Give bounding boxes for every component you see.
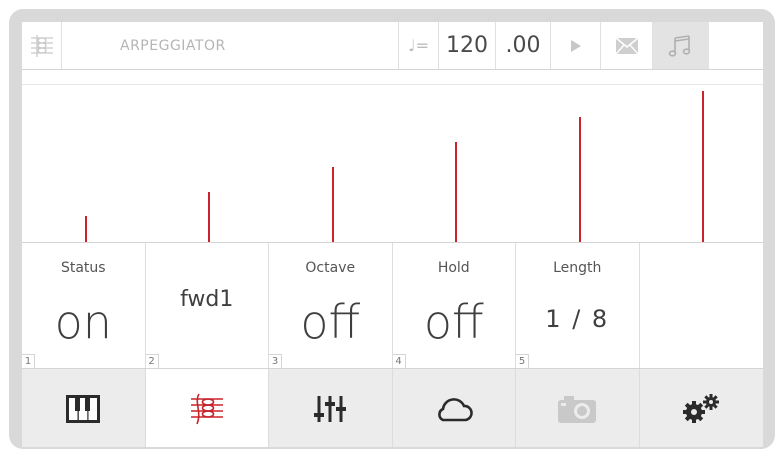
tab-camera[interactable]: [516, 369, 640, 447]
tab-keyboard[interactable]: [22, 369, 146, 447]
param-value: off: [300, 295, 361, 349]
tab-cloud[interactable]: [393, 369, 516, 447]
step-bar[interactable]: [455, 142, 458, 243]
param-number: 1: [22, 354, 35, 369]
tab-mixer[interactable]: [269, 369, 393, 447]
param-number: 5: [516, 354, 529, 369]
step-bar[interactable]: [578, 117, 581, 243]
step-bar[interactable]: [84, 216, 87, 243]
param-label: Octave: [305, 260, 356, 276]
param-value: 1 / 8: [545, 305, 610, 333]
camera-icon: [558, 395, 597, 423]
step-bar[interactable]: [702, 91, 705, 243]
mail-button[interactable]: [601, 22, 653, 69]
mail-icon: [614, 36, 639, 54]
param-value: on: [54, 295, 112, 349]
param-number: 4: [392, 354, 406, 369]
cloud-icon: [437, 397, 473, 421]
page-title: ARPEGGIATOR: [62, 22, 399, 69]
gears-icon: [683, 393, 720, 423]
param-value: fwd1: [180, 287, 234, 312]
step-bars[interactable]: [22, 84, 763, 243]
param-status[interactable]: Status on 1: [22, 243, 146, 369]
music-notes-icon: [668, 34, 691, 57]
music-button[interactable]: [653, 22, 709, 69]
param-length[interactable]: Length 1 / 8 5: [516, 243, 640, 369]
param-label: Hold: [437, 260, 470, 276]
tab-arpeggiator[interactable]: [145, 369, 269, 447]
tempo-fraction[interactable]: .00: [496, 22, 551, 69]
param-empty: [640, 243, 764, 369]
param-octave[interactable]: Octave off 3: [269, 243, 393, 369]
param-label: Length: [553, 260, 602, 276]
note-tempo-icon: ♩=: [399, 22, 439, 69]
param-value: off: [423, 295, 484, 349]
param-number: 3: [269, 354, 282, 369]
arpeggiator-logo-icon[interactable]: [22, 22, 62, 69]
play-icon: [570, 39, 581, 52]
param-number: 2: [145, 354, 159, 369]
screen: ARPEGGIATOR ♩= 120 .00 Status on 1 fwd1 …: [22, 22, 763, 447]
param-label: Status: [60, 260, 106, 276]
arpeggiator-icon: [190, 393, 223, 424]
step-bar[interactable]: [331, 167, 334, 243]
param-row: Status on 1 fwd1 2 Octave off 3 Hold off…: [22, 242, 763, 369]
tempo-integer[interactable]: 120: [439, 22, 496, 69]
sliders-icon: [314, 395, 347, 422]
step-bar[interactable]: [208, 192, 211, 243]
piano-keys-icon: [66, 394, 101, 423]
play-button[interactable]: [551, 22, 601, 69]
bottom-tab-bar: [22, 368, 763, 447]
param-hold[interactable]: Hold off 4: [392, 243, 516, 369]
tab-settings[interactable]: [640, 369, 764, 447]
param-mode[interactable]: fwd1 2: [145, 243, 269, 369]
header-bar: ARPEGGIATOR ♩= 120 .00: [22, 22, 763, 70]
